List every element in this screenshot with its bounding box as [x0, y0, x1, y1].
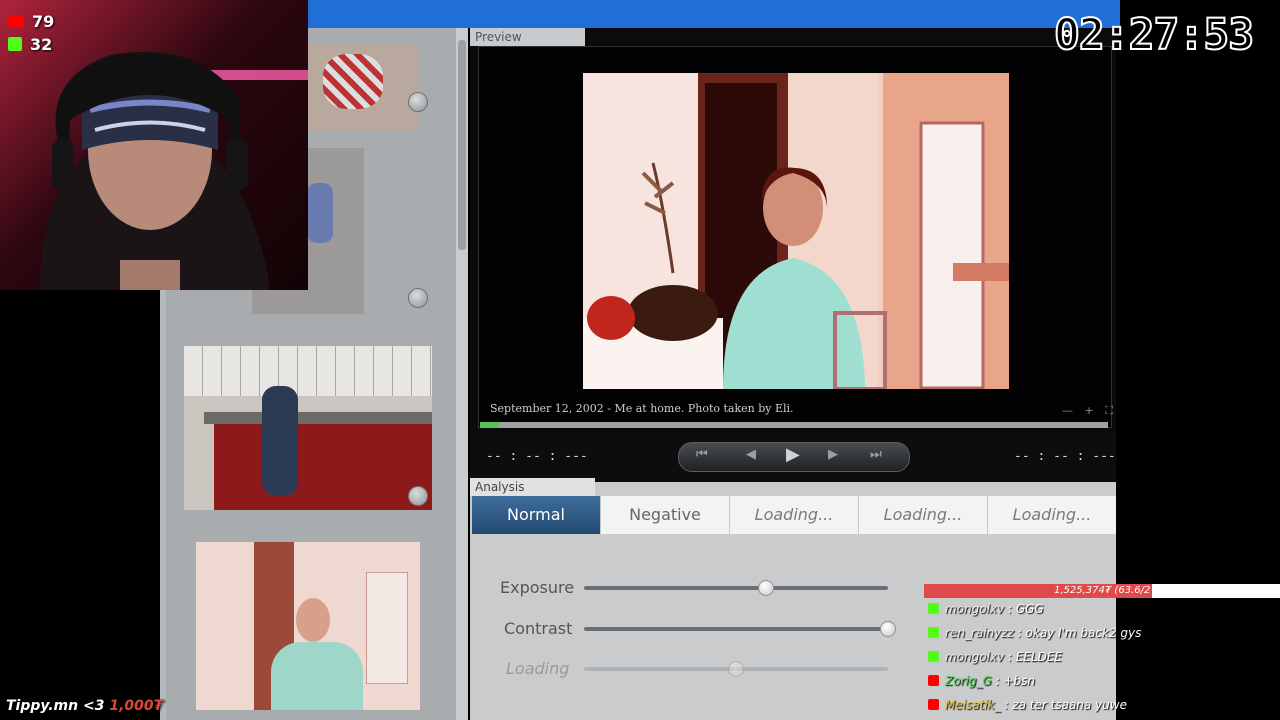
- contrast-slider-knob[interactable]: [880, 621, 896, 637]
- chat-message: Zorig_G : +bsn: [928, 674, 1035, 688]
- youtube-viewer-count: 79: [32, 12, 55, 31]
- kick-viewer-count: 32: [30, 35, 53, 54]
- tab-loading[interactable]: Loading...: [730, 496, 859, 534]
- youtube-icon: [8, 16, 24, 28]
- kick-icon: [928, 651, 939, 662]
- contrast-label: Contrast: [504, 619, 573, 638]
- gallery-thumbnail[interactable]: [184, 346, 432, 510]
- tab-negative[interactable]: Negative: [601, 496, 730, 534]
- youtube-icon: [928, 675, 939, 686]
- preview-tab: Preview: [470, 28, 585, 46]
- goal-bar-text: 1,525,374₮ (63.6/2: [1054, 585, 1151, 596]
- latest-tip: Tippy.mn <3 1,000₮: [6, 698, 163, 714]
- chat-message: ren_rainyzz : okay I'm back2 gys: [928, 626, 1141, 640]
- chat-username: mongolxv: [945, 602, 1005, 616]
- playback-progress[interactable]: [480, 422, 1108, 428]
- contrast-slider[interactable]: [584, 627, 888, 631]
- chat-text: za ter tsaana yuwe: [1012, 698, 1127, 712]
- tip-amount: 1,000₮: [109, 698, 164, 714]
- loading-slider-knob: [728, 661, 744, 677]
- chat-text: GGG: [1015, 602, 1044, 616]
- youtube-icon: [928, 699, 939, 710]
- tip-name: Tippy.mn <3: [6, 698, 105, 714]
- tab-normal[interactable]: Normal: [472, 496, 601, 534]
- step-forward-icon[interactable]: ▶: [828, 447, 838, 462]
- gallery-thumbnail[interactable]: [196, 542, 420, 710]
- chat-message: mongolxv : GGG: [928, 602, 1044, 616]
- window-title-bar: [308, 0, 1120, 28]
- skip-forward-icon[interactable]: ⏭: [870, 447, 882, 462]
- chat-username: mongolxv: [945, 650, 1005, 664]
- chat-text: EELDEE: [1015, 650, 1063, 664]
- chat-message: mongolxv : EELDEE: [928, 650, 1062, 664]
- kick-icon: [8, 37, 22, 51]
- time-remaining: -- : -- : ---: [1014, 449, 1116, 464]
- gallery-scrollbar-thumb[interactable]: [458, 40, 466, 250]
- thumbnail-checkmark-icon[interactable]: [408, 486, 428, 506]
- stream-timer: 02:27:53: [1053, 9, 1255, 61]
- chat-text: +bsn: [1003, 674, 1035, 688]
- zoom-controls-icon[interactable]: — + ⛶: [1062, 404, 1117, 418]
- kick-icon: [928, 603, 939, 614]
- tab-loading[interactable]: Loading...: [859, 496, 988, 534]
- thumbnail-checkmark-icon[interactable]: [408, 92, 428, 112]
- viewer-counts: 79 32: [8, 10, 54, 56]
- step-back-icon[interactable]: ◀: [746, 447, 756, 462]
- photo-caption: September 12, 2002 - Me at home. Photo t…: [490, 402, 794, 415]
- gallery-thumbnail[interactable]: [308, 44, 418, 132]
- chat-text: okay I'm back2 gys: [1025, 626, 1142, 640]
- loading-label: Loading: [506, 659, 570, 678]
- analysis-mode-tabs: Normal Negative Loading... Loading... Lo…: [472, 496, 1116, 534]
- analysis-tab: Analysis: [470, 478, 595, 496]
- kick-icon: [928, 627, 939, 638]
- play-icon[interactable]: ▶: [786, 444, 800, 465]
- exposure-slider[interactable]: [584, 586, 888, 590]
- preview-photo: [583, 73, 1009, 389]
- photo-image: [583, 73, 1009, 389]
- chat-username: ren_rainyzz: [945, 626, 1014, 640]
- thumbnail-checkmark-icon[interactable]: [408, 288, 428, 308]
- chat-message: Meisatik_ : za ter tsaana yuwe: [928, 698, 1127, 712]
- chat-username: Meisatik_: [945, 698, 1001, 712]
- skip-back-icon[interactable]: ⏮: [696, 447, 708, 462]
- time-elapsed: -- : -- : ---: [486, 449, 588, 464]
- chat-username: Zorig_G: [945, 674, 992, 688]
- playback-progress-fill: [480, 422, 499, 428]
- exposure-label: Exposure: [500, 578, 575, 597]
- tab-loading[interactable]: Loading...: [988, 496, 1116, 534]
